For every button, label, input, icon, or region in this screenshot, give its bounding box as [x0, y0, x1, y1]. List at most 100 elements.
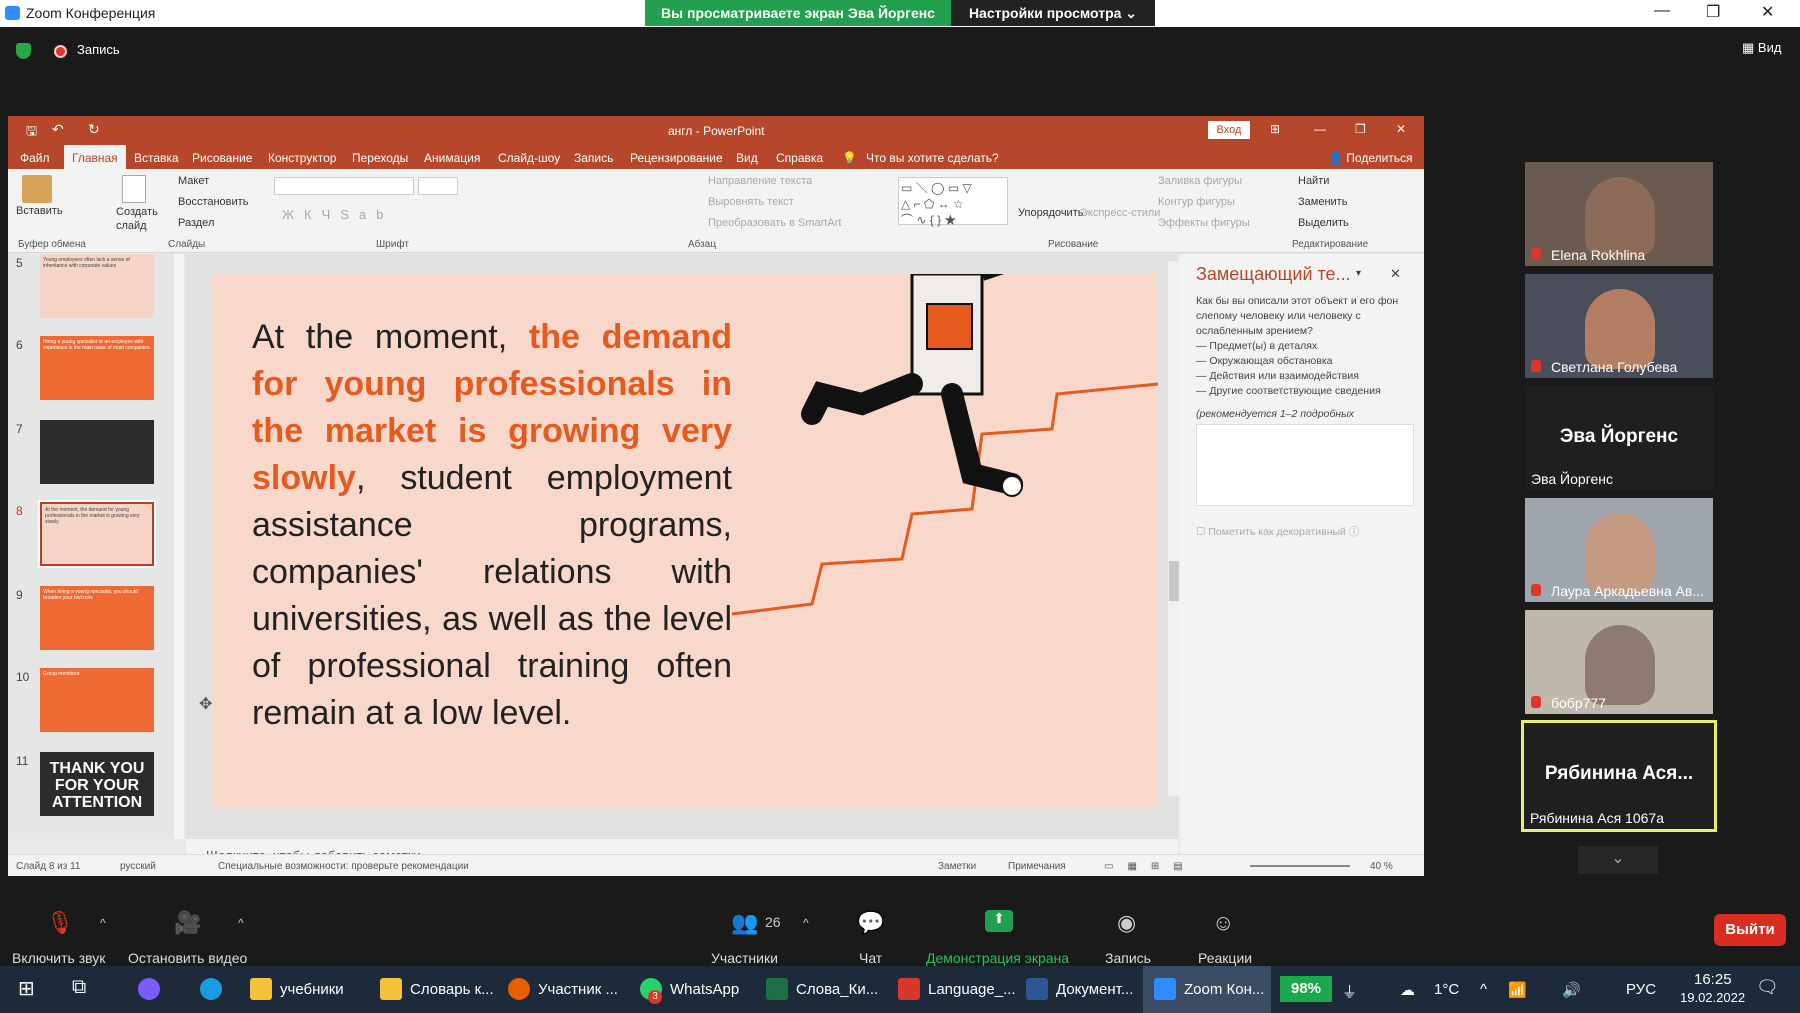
volume-icon[interactable]: 🔊	[1562, 981, 1581, 999]
participants-icon[interactable]: 👥	[731, 910, 758, 936]
temperature[interactable]: 1°C	[1434, 981, 1459, 998]
font-size-field[interactable]	[418, 177, 458, 195]
taskbar-app-label[interactable]: Language_...	[928, 981, 1016, 998]
video-options-chevron-icon[interactable]: ^	[238, 916, 244, 930]
save-icon[interactable]: 🖫	[26, 122, 37, 144]
accessibility-status[interactable]: Специальные возможности: проверьте реком…	[218, 861, 469, 872]
paste-icon[interactable]	[22, 175, 52, 203]
slide-thumbnail[interactable]: When hiring a young specialist, you shou…	[40, 586, 154, 650]
decorative-checkbox[interactable]: ☐ Пометить как декоративный ⓘ	[1196, 524, 1359, 539]
view-buttons[interactable]: ▭▦⊞▤	[1104, 861, 1197, 872]
tab-record[interactable]: Запись	[574, 151, 613, 165]
reactions-button[interactable]: Реакции	[1198, 950, 1252, 966]
edge-browser-icon[interactable]	[200, 978, 222, 1000]
taskbar-app-label[interactable]: WhatsApp	[670, 981, 739, 998]
tab-insert[interactable]: Вставка	[134, 151, 179, 165]
quick-styles-button[interactable]: Экспресс-стили	[1080, 207, 1160, 219]
windows-start-icon[interactable]: ⊞	[18, 976, 35, 1001]
replace-button[interactable]: Заменить	[1298, 196, 1347, 208]
mic-muted-icon[interactable]: 🎙	[46, 910, 74, 936]
pdf-icon[interactable]	[898, 978, 920, 1000]
word-icon[interactable]	[1026, 978, 1048, 1000]
zoom-slider[interactable]	[1250, 865, 1350, 867]
minimize-icon[interactable]: —	[1654, 2, 1670, 20]
shape-effects-button[interactable]: Эффекты фигуры	[1158, 217, 1250, 229]
usb-icon[interactable]: ⏚	[1342, 981, 1357, 1002]
participants-chevron-icon[interactable]: ^	[803, 916, 809, 930]
slide-thumbnail[interactable]: Hiring a young specialist or an employee…	[40, 336, 154, 400]
tell-me-search[interactable]: Что вы хотите сделать?	[866, 151, 999, 165]
taskbar-app-label[interactable]: Словарь к...	[410, 981, 494, 998]
slide-thumbnail[interactable]	[40, 420, 154, 484]
taskbar-app-label[interactable]: Zoom Кон...	[1184, 981, 1264, 998]
taskbar-app-label[interactable]: Документ...	[1056, 981, 1133, 998]
folder-icon[interactable]	[250, 978, 272, 1000]
slide-thumbnail[interactable]: Group members:	[40, 668, 154, 732]
view-options-button[interactable]: Настройки просмотра ⌄	[951, 0, 1155, 26]
layout-button[interactable]: Макет	[178, 175, 209, 187]
tab-transitions[interactable]: Переходы	[352, 151, 408, 165]
stop-video-button[interactable]: Остановить видео	[128, 950, 247, 966]
record-button[interactable]: Запись	[1105, 950, 1151, 966]
language-indicator[interactable]: русский	[120, 861, 156, 872]
text-direction-button[interactable]: Направление текста	[708, 175, 812, 187]
alt-text-input[interactable]	[1196, 424, 1414, 506]
tab-view[interactable]: Вид	[736, 151, 758, 165]
shape-fill-button[interactable]: Заливка фигуры	[1158, 175, 1242, 187]
audio-options-chevron-icon[interactable]: ^	[100, 916, 106, 930]
notes-toggle[interactable]: Заметки	[938, 861, 976, 872]
pane-close-icon[interactable]: ✕	[1390, 266, 1401, 282]
tab-review[interactable]: Рецензирование	[630, 151, 723, 165]
paste-button[interactable]: Вставить	[16, 205, 63, 217]
share-button[interactable]: 👤 Поделиться	[1328, 151, 1413, 165]
tab-animations[interactable]: Анимация	[424, 151, 480, 165]
tab-help[interactable]: Справка	[776, 151, 823, 165]
leave-meeting-button[interactable]: Выйти	[1714, 914, 1786, 946]
ppt-restore-icon[interactable]: ❐	[1355, 122, 1366, 136]
ppt-minimize-icon[interactable]: —	[1314, 122, 1326, 136]
notifications-icon[interactable]: 🗨	[1756, 977, 1779, 998]
zoom-level[interactable]: 40 %	[1370, 861, 1393, 872]
restore-icon[interactable]: ❐	[1706, 2, 1720, 22]
video-camera-icon[interactable]: 🎥	[174, 910, 201, 936]
participant-tile[interactable]: Эва Йоргенс Эва Йоргенс	[1525, 386, 1713, 490]
ppt-close-icon[interactable]: ✕	[1396, 122, 1406, 136]
slide-thumbnail[interactable]: THANK YOU FOR YOUR ATTENTION	[40, 752, 154, 816]
redo-icon[interactable]: ↻	[88, 121, 100, 138]
slide-scrollbar[interactable]	[1168, 261, 1180, 796]
tab-home[interactable]: Главная	[64, 145, 126, 169]
clock-time[interactable]: 16:25	[1694, 971, 1732, 988]
tab-file[interactable]: Файл	[20, 151, 50, 165]
find-button[interactable]: Найти	[1298, 175, 1329, 187]
thumbnails-scrollbar[interactable]	[174, 254, 184, 839]
chat-icon[interactable]: 💬	[857, 910, 884, 936]
battery-indicator[interactable]: 98%	[1280, 976, 1332, 1002]
participant-tile-active-speaker[interactable]: Рябинина Ася... Рябинина Ася 1067а	[1521, 720, 1717, 832]
unmute-button[interactable]: Включить звук	[12, 950, 105, 966]
zoom-app-icon[interactable]	[1154, 978, 1176, 1000]
tab-slideshow[interactable]: Слайд-шоу	[498, 151, 560, 165]
share-screen-button[interactable]: Демонстрация экрана	[926, 950, 1069, 966]
participants-button[interactable]: Участники	[711, 950, 778, 966]
shapes-gallery[interactable]: ▭ ＼ ◯ ▭ ▽ △ ⌐ ⬠ ↔ ☆ ⌒ ∿ { } ★	[898, 177, 1008, 227]
security-shield-icon[interactable]	[16, 43, 31, 59]
font-name-field[interactable]	[274, 177, 414, 195]
scroll-thumb[interactable]	[1169, 561, 1179, 601]
chat-button[interactable]: Чат	[859, 950, 882, 966]
arrange-button[interactable]: Упорядочить	[1018, 207, 1083, 219]
comments-toggle[interactable]: Примечания	[1008, 861, 1066, 872]
current-slide[interactable]: At the moment, the demand for young prof…	[212, 274, 1158, 807]
folder-icon[interactable]	[380, 978, 402, 1000]
select-button[interactable]: Выделить	[1298, 217, 1349, 229]
running-man-illustration[interactable]	[712, 274, 1158, 634]
view-button[interactable]: ▦ Вид	[1742, 40, 1781, 56]
share-screen-icon[interactable]: ⬆	[985, 910, 1013, 932]
tab-draw[interactable]: Рисование	[192, 151, 252, 165]
slide-thumbnail-selected[interactable]: At the moment, the demand for young prof…	[38, 500, 156, 568]
new-slide-icon[interactable]	[122, 175, 146, 203]
font-format-buttons[interactable]: ЖКЧSab	[282, 207, 393, 222]
sign-in-button[interactable]: Вход	[1208, 121, 1250, 139]
taskbar-app-label[interactable]: Слова_Ки...	[796, 981, 878, 998]
participant-tile[interactable]: Лаура Аркадьевна Ав...	[1525, 498, 1713, 602]
tray-chevron-icon[interactable]: ^	[1480, 981, 1487, 998]
